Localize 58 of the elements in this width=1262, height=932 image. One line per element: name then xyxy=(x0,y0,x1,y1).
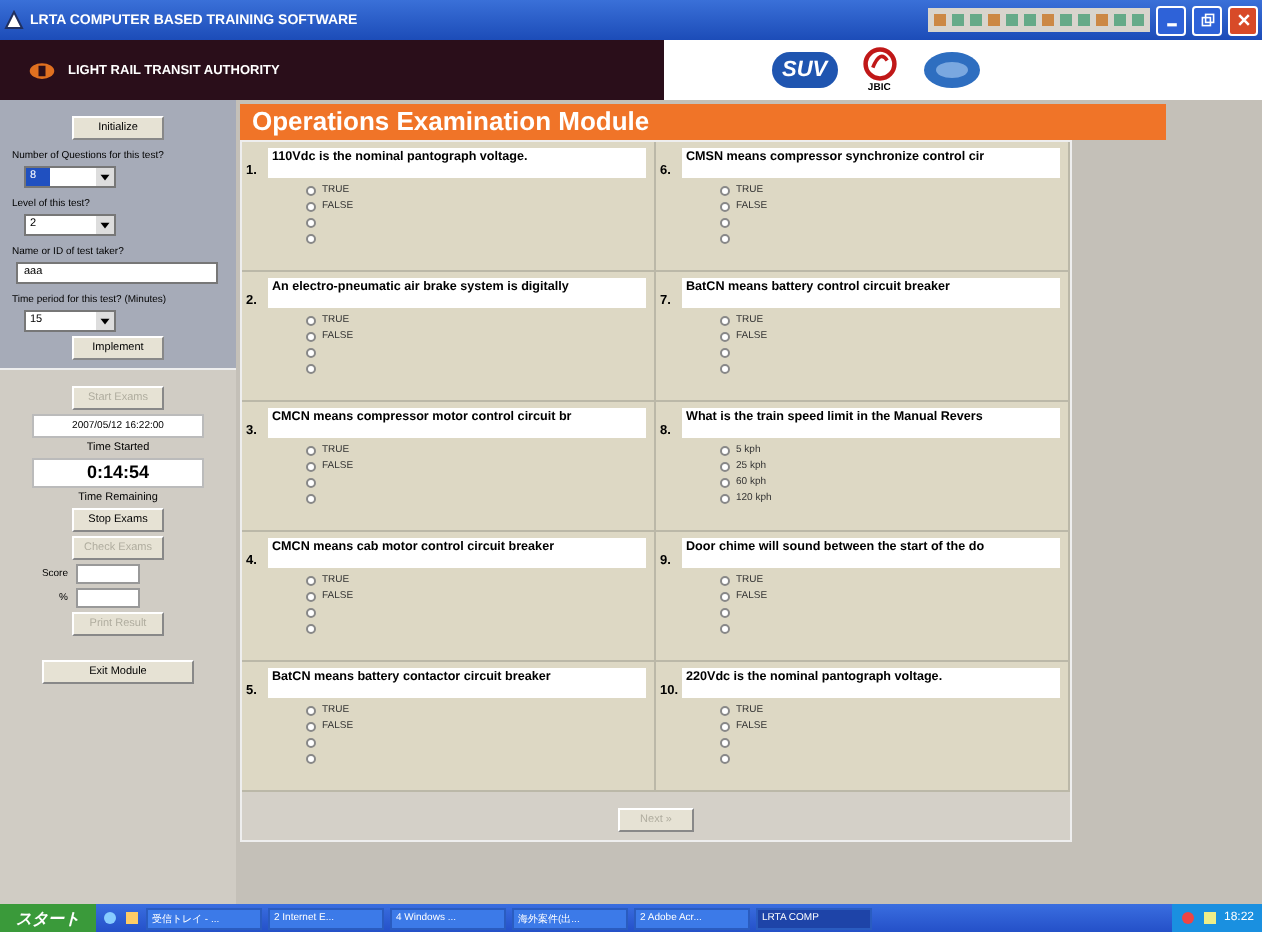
radio-button[interactable] xyxy=(720,705,730,715)
radio-button[interactable] xyxy=(306,591,316,601)
swirl-logo-icon xyxy=(861,46,898,82)
module-title: Operations Examination Module xyxy=(240,104,1166,140)
radio-button[interactable] xyxy=(720,217,730,227)
radio-button[interactable] xyxy=(720,201,730,211)
radio-button[interactable] xyxy=(720,753,730,763)
radio-button[interactable] xyxy=(306,477,316,487)
radio-button[interactable] xyxy=(720,461,730,471)
radio-button[interactable] xyxy=(720,233,730,243)
close-button[interactable] xyxy=(1228,5,1258,35)
radio-button[interactable] xyxy=(306,607,316,617)
radio-button[interactable] xyxy=(720,477,730,487)
radio-button[interactable] xyxy=(720,363,730,373)
radio-button[interactable] xyxy=(306,347,316,357)
rail-logo-icon xyxy=(28,61,56,79)
radio-button[interactable] xyxy=(720,185,730,195)
radio-button[interactable] xyxy=(720,315,730,325)
app-icon xyxy=(4,10,24,30)
percent-field xyxy=(76,588,140,608)
sponsor-logo: SUV xyxy=(772,52,838,88)
dropdown-arrow-icon xyxy=(96,312,114,330)
radio-button[interactable] xyxy=(306,185,316,195)
radio-button[interactable] xyxy=(720,721,730,731)
restore-button[interactable] xyxy=(1192,5,1222,35)
radio-button[interactable] xyxy=(720,445,730,455)
radio-button[interactable] xyxy=(306,217,316,227)
radio-button[interactable] xyxy=(306,363,316,373)
radio-button[interactable] xyxy=(306,737,316,747)
radio-button[interactable] xyxy=(720,737,730,747)
radio-button[interactable] xyxy=(306,315,316,325)
start-button[interactable]: スタート xyxy=(0,904,96,932)
radio-button[interactable] xyxy=(720,623,730,633)
radio-button[interactable] xyxy=(306,575,316,585)
radio-button[interactable] xyxy=(306,705,316,715)
score-field xyxy=(76,564,140,584)
radio-button[interactable] xyxy=(306,753,316,763)
radio-button[interactable] xyxy=(306,721,316,731)
radio-button[interactable] xyxy=(720,591,730,601)
radio-button[interactable] xyxy=(306,461,316,471)
radio-button[interactable] xyxy=(720,347,730,357)
dropdown-arrow-icon xyxy=(96,168,114,186)
radio-button[interactable] xyxy=(306,201,316,211)
dropdown-arrow-icon xyxy=(96,216,114,234)
radio-button[interactable] xyxy=(306,623,316,633)
radio-button[interactable] xyxy=(306,331,316,341)
restore-icon xyxy=(1199,12,1215,28)
oval-logo-icon xyxy=(921,50,982,90)
radio-button[interactable] xyxy=(720,493,730,503)
radio-button[interactable] xyxy=(306,233,316,243)
radio-button[interactable] xyxy=(720,331,730,341)
close-icon xyxy=(1235,12,1251,28)
radio-button[interactable] xyxy=(306,445,316,455)
radio-button[interactable] xyxy=(306,493,316,503)
radio-button[interactable] xyxy=(720,575,730,585)
radio-button[interactable] xyxy=(720,607,730,617)
countdown-field: 0:14:54 xyxy=(32,458,204,488)
minimize-button[interactable] xyxy=(1156,5,1186,35)
